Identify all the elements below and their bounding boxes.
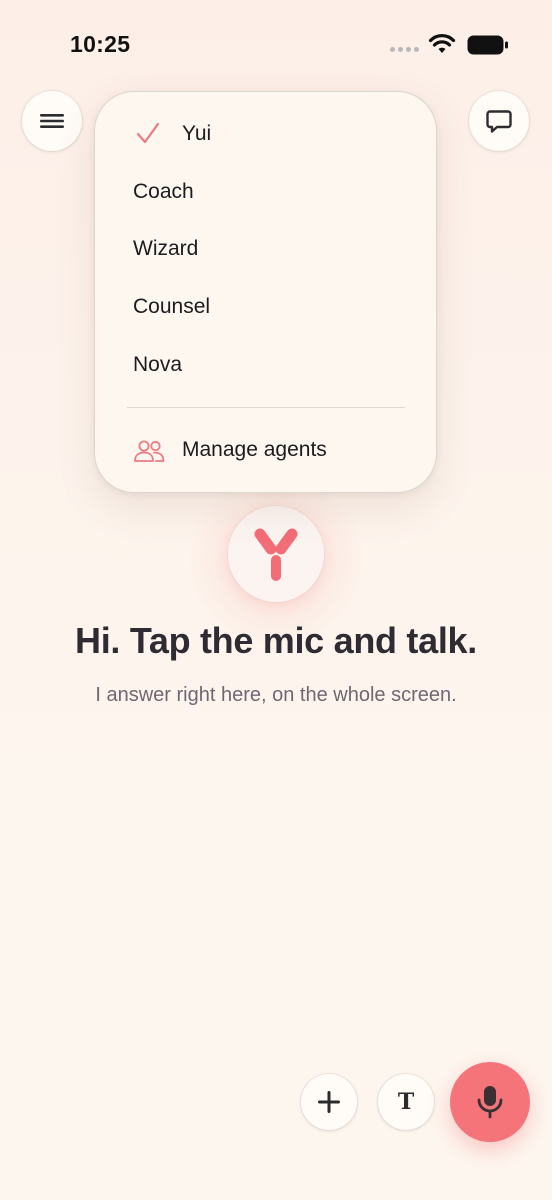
agent-menu-item-label: Counsel bbox=[133, 295, 211, 318]
status-time: 10:25 bbox=[70, 31, 131, 57]
chat-bubble-icon bbox=[486, 110, 512, 133]
agent-menu-item-yui[interactable]: Yui bbox=[95, 109, 436, 159]
greeting-subtitle: I answer right here, on the whole screen… bbox=[95, 684, 457, 706]
battery-icon bbox=[467, 35, 508, 55]
checkmark-icon bbox=[136, 122, 160, 144]
agent-menu-item-label: Nova bbox=[133, 353, 183, 376]
menu-divider bbox=[127, 407, 405, 408]
agent-menu-item-label: Coach bbox=[133, 180, 194, 203]
wifi-icon bbox=[428, 34, 456, 53]
yui-logo-icon bbox=[254, 528, 298, 581]
text-mode-icon: T bbox=[397, 1089, 415, 1115]
hamburger-icon bbox=[40, 114, 64, 128]
text-input-button[interactable]: T bbox=[378, 1074, 434, 1130]
add-button[interactable] bbox=[301, 1074, 357, 1130]
status-bar: 10:25 bbox=[0, 0, 552, 90]
microphone-button[interactable] bbox=[450, 1062, 530, 1142]
agent-menu-item-label: Wizard bbox=[133, 237, 199, 260]
microphone-icon bbox=[477, 1086, 503, 1119]
agent-menu-item-coach[interactable]: Coach bbox=[95, 167, 436, 217]
cellular-signal-icon bbox=[390, 47, 420, 53]
plus-icon bbox=[318, 1091, 340, 1113]
greeting-headline: Hi. Tap the mic and talk. bbox=[75, 620, 477, 661]
agent-menu-item-counsel[interactable]: Counsel bbox=[95, 282, 436, 332]
manage-agents-label: Manage agents bbox=[182, 438, 327, 461]
people-icon bbox=[134, 440, 165, 462]
menu-button[interactable] bbox=[22, 91, 82, 151]
agent-menu-item-nova[interactable]: Nova bbox=[95, 340, 436, 390]
agent-menu-item-wizard[interactable]: Wizard bbox=[95, 224, 436, 274]
chat-history-button[interactable] bbox=[469, 91, 529, 151]
agent-dropdown-menu: Yui Coach Wizard Counsel Nova Manage age… bbox=[94, 91, 437, 493]
agent-avatar bbox=[228, 506, 324, 602]
agent-menu-item-label: Yui bbox=[182, 122, 212, 145]
